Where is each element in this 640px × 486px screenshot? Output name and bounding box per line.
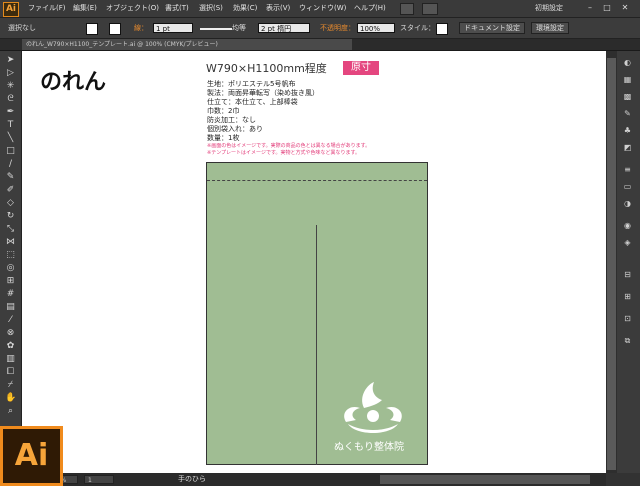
spec-flameproof: 防炎加工：なし <box>207 116 256 124</box>
selection-status: 選択なし <box>8 24 36 32</box>
zoom-tool-icon[interactable]: ⌕ <box>5 406 16 417</box>
selection-tool-icon[interactable]: ➤ <box>5 55 16 66</box>
stroke-style[interactable]: 均等 <box>232 22 246 34</box>
color-icon[interactable]: ◐ <box>621 58 634 68</box>
spec-method: 製法：両面昇華転写（染め抜き風） <box>207 89 319 97</box>
actual-size-badge: 原寸 <box>343 61 379 75</box>
blob-brush-tool-icon[interactable]: ✐ <box>5 185 16 196</box>
preferences-button[interactable]: 環境設定 <box>531 22 569 34</box>
pen-tool-icon[interactable]: ✒ <box>5 107 16 118</box>
menu-view[interactable]: 表示(V) <box>266 0 290 17</box>
pencil-tool-icon[interactable]: ✎ <box>5 172 16 183</box>
symbols-icon[interactable]: ♣ <box>621 126 634 136</box>
app-logo-icon: Ai <box>3 2 19 17</box>
document-setup-button[interactable]: ドキュメント設定 <box>459 22 525 34</box>
free-transform-tool-icon[interactable]: ⬚ <box>5 250 16 261</box>
workspace-switcher[interactable]: 初期設定 <box>535 3 563 13</box>
graphic-style-swatch[interactable] <box>436 23 448 35</box>
center-slit-line <box>316 225 317 465</box>
color-guide-icon[interactable]: ▦ <box>621 75 634 85</box>
symbol-sprayer-tool-icon[interactable]: ✿ <box>5 341 16 352</box>
swatches-icon[interactable]: ▩ <box>621 92 634 102</box>
fill-swatch[interactable] <box>86 23 98 35</box>
spec-finish: 仕立て：本仕立て、上部棒袋 <box>207 98 298 106</box>
spec-fabric: 生地：ポリエステル5号帆布 <box>207 80 296 88</box>
color-note: ※画面の色はイメージです。実際の商品の色とは異なる場合があります。 <box>207 143 371 149</box>
stroke-profile-preview <box>200 28 232 30</box>
layers-icon[interactable]: ◈ <box>621 238 634 248</box>
brand-name: ぬくもり整体院 <box>334 442 404 453</box>
artboard-tool-icon[interactable]: ⧠ <box>5 367 16 378</box>
arrange-documents-icon[interactable] <box>422 3 438 15</box>
pathfinder-icon[interactable]: ⧉ <box>621 336 634 346</box>
menu-file[interactable]: ファイル(F) <box>28 0 66 17</box>
menu-window[interactable]: ウィンドウ(W) <box>299 0 346 17</box>
graphic-styles-icon[interactable]: ◩ <box>621 143 634 153</box>
spec-packaging: 個別袋入れ：あり <box>207 125 263 133</box>
menu-edit[interactable]: 編集(E) <box>73 0 97 17</box>
fold-guide-line <box>207 180 427 181</box>
bridge-icon[interactable] <box>400 3 414 15</box>
status-current-tool: 手のひら <box>178 475 206 483</box>
column-graph-tool-icon[interactable]: ▥ <box>5 354 16 365</box>
rotate-tool-icon[interactable]: ↻ <box>5 211 16 222</box>
direct-selection-tool-icon[interactable]: ▷ <box>5 68 16 79</box>
horizontal-scroll-thumb[interactable] <box>380 475 590 484</box>
stroke-weight-field[interactable]: 1 pt <box>153 23 193 33</box>
artboard-navigation-field[interactable]: 1 <box>84 475 114 484</box>
vertical-scroll-thumb[interactable] <box>607 58 616 470</box>
shape-builder-tool-icon[interactable]: ◎ <box>5 263 16 274</box>
maximize-icon[interactable]: □ <box>601 3 613 13</box>
blend-tool-icon[interactable]: ⊗ <box>5 328 16 339</box>
artboard-title: のれん <box>40 69 107 95</box>
stroke-label: 線： <box>134 24 148 32</box>
eraser-tool-icon[interactable]: ◇ <box>5 198 16 209</box>
line-tool-icon[interactable]: ╲ <box>5 133 16 144</box>
rectangle-tool-icon[interactable]: □ <box>5 146 16 157</box>
stroke-icon[interactable]: ≡ <box>621 165 634 175</box>
style-label: スタイル： <box>400 24 435 32</box>
stroke-swatch[interactable] <box>109 23 121 35</box>
spec-list: 生地：ポリエステル5号帆布 製法：両面昇華転写（染め抜き風） 仕立て：本仕立て、… <box>207 80 319 143</box>
close-icon[interactable]: ✕ <box>619 3 631 13</box>
menu-select[interactable]: 選択(S) <box>199 0 223 17</box>
opacity-field[interactable]: 100% <box>357 23 395 33</box>
document-tab[interactable]: のれん_W790×H1100_テンプレート.ai @ 100% (CMYK/プレ… <box>22 39 352 50</box>
width-tool-icon[interactable]: ⋈ <box>5 237 16 248</box>
perspective-tool-icon[interactable]: ⊞ <box>5 276 16 287</box>
hand-tool-icon[interactable]: ✋ <box>5 393 16 404</box>
transparency-icon[interactable]: ◑ <box>621 199 634 209</box>
gradient-tool-icon[interactable]: ▤ <box>5 302 16 313</box>
artboards-icon[interactable]: ⊟ <box>621 270 634 280</box>
size-label: W790×H1100mm程度 <box>206 62 327 75</box>
slice-tool-icon[interactable]: ⌿ <box>5 380 16 391</box>
spec-panels: 巾数：2巾 <box>207 107 240 115</box>
mesh-tool-icon[interactable]: # <box>5 289 16 300</box>
appearance-icon[interactable]: ◉ <box>621 221 634 231</box>
illustrator-logo-icon: Ai <box>0 426 63 486</box>
menu-object[interactable]: オブジェクト(O) <box>106 0 159 17</box>
lasso-tool-icon[interactable]: ᘓ <box>5 94 16 105</box>
opacity-label: 不透明度： <box>320 24 355 32</box>
align-icon[interactable]: ⊞ <box>621 292 634 302</box>
eyedropper-tool-icon[interactable]: ⁄ <box>5 315 16 326</box>
type-tool-icon[interactable]: T <box>5 120 16 131</box>
brushes-icon[interactable]: ✎ <box>621 109 634 119</box>
scale-tool-icon[interactable]: ⤡ <box>5 224 16 235</box>
brand-logo-icon <box>344 382 402 433</box>
menu-help[interactable]: ヘルプ(H) <box>354 0 386 17</box>
transform-icon[interactable]: ⊡ <box>621 314 634 324</box>
paintbrush-tool-icon[interactable]: ∕ <box>5 159 16 170</box>
brush-definition[interactable]: 2 pt 楕円 <box>258 23 310 33</box>
template-note: ※テンプレートはイメージです。実物と方式や色味など異なります。 <box>207 150 360 156</box>
menu-type[interactable]: 書式(T) <box>165 0 189 17</box>
minimize-icon[interactable]: – <box>584 3 596 13</box>
menu-effect[interactable]: 効果(C) <box>233 0 257 17</box>
gradient-icon[interactable]: ▭ <box>621 182 634 192</box>
magic-wand-tool-icon[interactable]: ✳ <box>5 81 16 92</box>
